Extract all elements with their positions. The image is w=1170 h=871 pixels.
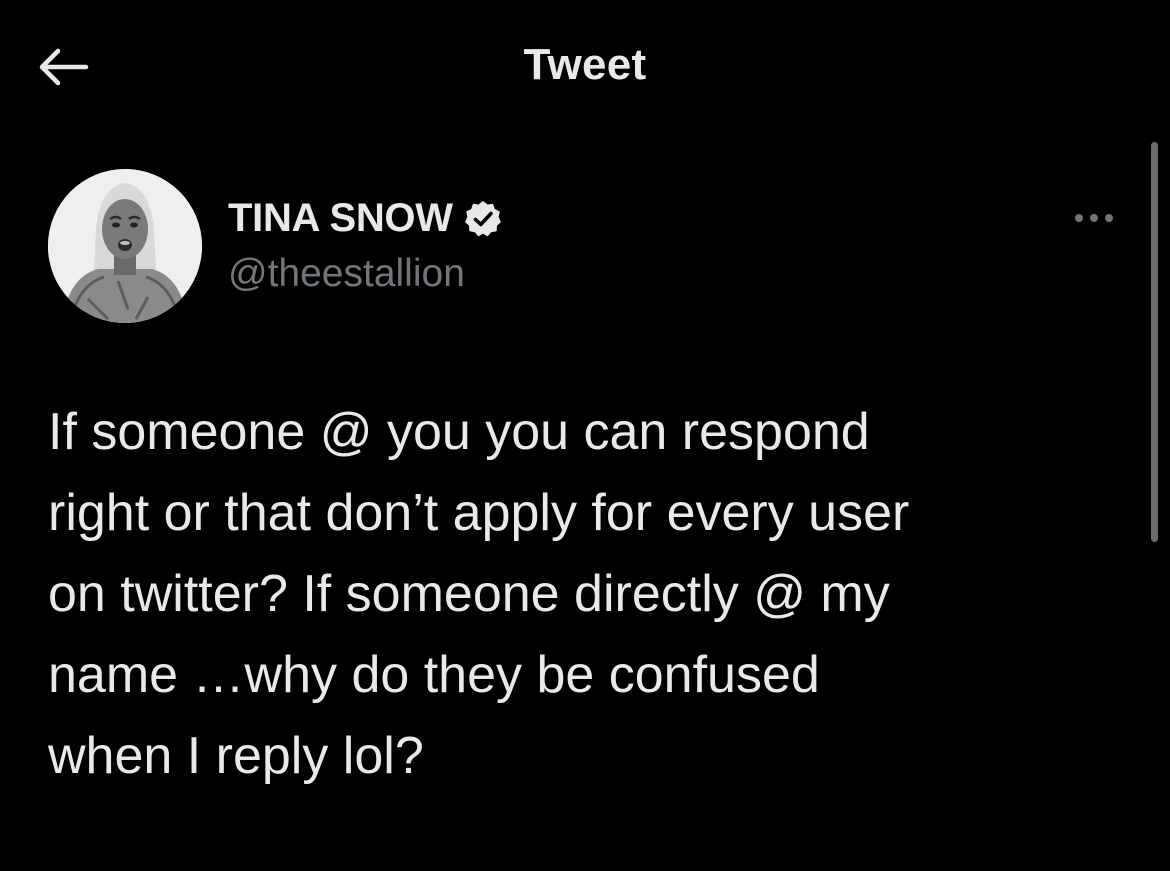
more-options-button[interactable]: [1068, 200, 1124, 236]
author-name-row[interactable]: TINA SNOW: [228, 196, 503, 241]
scrollbar[interactable]: [1151, 142, 1158, 542]
page-title: Tweet: [523, 40, 647, 89]
author-handle[interactable]: @theestallion: [228, 252, 465, 296]
tweet-text: If someone @ you you can respond right o…: [48, 403, 910, 785]
avatar[interactable]: [48, 169, 202, 323]
verified-badge-icon: [464, 200, 501, 236]
top-bar: Tweet: [0, 0, 1170, 135]
author-name: TINA SNOW: [228, 196, 453, 240]
more-options-icon: [1075, 214, 1113, 222]
profile-photo: [48, 169, 202, 323]
